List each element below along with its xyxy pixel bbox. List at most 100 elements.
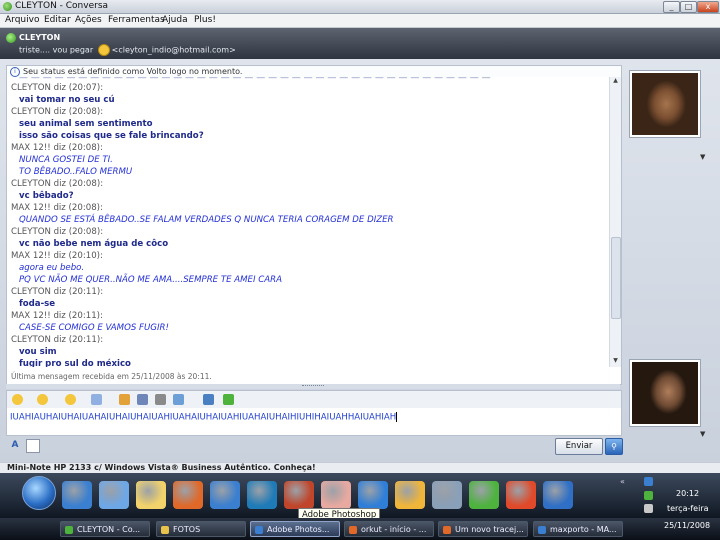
contact-header: CLEYTON triste.... vou pegar <cleyton_in… xyxy=(0,28,720,59)
divider-grip[interactable] xyxy=(302,385,324,388)
message-input-text: IUAHIAUHAIUHAIUAHAIUHAIUHAIUAHIUAHAIUHAI… xyxy=(10,412,397,423)
close-button[interactable]: x xyxy=(697,1,719,13)
font-icon[interactable] xyxy=(203,394,214,405)
window-title: CLEYTON - Conversa xyxy=(15,1,109,11)
message-header: MAX 12!! diz (20:10): xyxy=(11,251,103,261)
pane-divider[interactable] xyxy=(6,384,620,389)
msn-icon[interactable] xyxy=(469,481,499,509)
message-text: agora eu bebo. xyxy=(19,263,85,273)
message-text: fugir pro sul do méxico xyxy=(19,359,131,367)
wink-icon[interactable] xyxy=(37,394,48,405)
message-text: seu animal sem sentimento xyxy=(19,119,153,129)
clock-day: terça-feira xyxy=(667,504,709,513)
message-text: vc bêbado? xyxy=(19,191,74,201)
scroll-up-arrow-icon[interactable]: ▲ xyxy=(610,77,621,87)
message-header: CLEYTON diz (20:11): xyxy=(11,287,104,297)
message-header: MAX 12!! diz (20:08): xyxy=(11,203,103,213)
message-text: vou sim xyxy=(19,347,57,357)
message-header: CLEYTON diz (20:08): xyxy=(11,179,104,189)
chevron-down-icon[interactable]: ▼ xyxy=(700,153,705,161)
sad-smiley-icon xyxy=(97,44,110,56)
tray-network-icon[interactable] xyxy=(644,477,653,486)
input-mode-tools: A xyxy=(6,437,620,455)
menu-ajuda[interactable]: Ajuda xyxy=(162,15,188,25)
menu-ferramentas[interactable]: Ferramentas xyxy=(108,15,165,25)
voice-clip-icon[interactable] xyxy=(91,394,102,405)
app-icon[interactable] xyxy=(543,481,573,509)
chat-history: — — — — — — — — — — — — — — — — — — — — … xyxy=(7,77,609,367)
contact-email: <cleyton_indio@hotmail.com> xyxy=(111,45,236,55)
hand-icon[interactable] xyxy=(321,481,351,509)
message-text: foda-se xyxy=(19,299,56,309)
taskbar-button[interactable]: Um novo tracej... xyxy=(438,521,528,537)
send-button[interactable]: Enviar xyxy=(555,438,603,455)
online-status-icon xyxy=(6,33,16,43)
background-icon[interactable] xyxy=(173,394,184,405)
message-text: vc não bebe nem água de côco xyxy=(19,239,169,249)
menu-arquivo[interactable]: Arquivo xyxy=(5,15,39,25)
taskbar-button[interactable]: orkut - início - ... xyxy=(344,521,434,537)
scroll-down-arrow-icon[interactable]: ▼ xyxy=(610,357,621,367)
message-text: TO BÊBADO..FALO MERMU xyxy=(19,167,133,177)
message-header: CLEYTON diz (20:07): xyxy=(11,83,104,93)
message-header: MAX 12!! diz (20:08): xyxy=(11,143,103,153)
office-icon[interactable] xyxy=(506,481,536,509)
contact-avatar[interactable] xyxy=(629,70,701,138)
message-header: CLEYTON diz (20:11): xyxy=(11,335,104,345)
scroll-thumb[interactable] xyxy=(611,237,621,319)
minimize-button[interactable]: _ xyxy=(663,1,680,13)
tray-msn-icon[interactable] xyxy=(644,491,653,500)
messenger-icon xyxy=(3,2,12,11)
menu-acoes[interactable]: Ações xyxy=(75,15,102,25)
contact-name: CLEYTON xyxy=(19,33,61,42)
title-bar: CLEYTON - Conversa _ □ x xyxy=(0,0,720,14)
message-text: QUANDO SE ESTÁ BÊBADO..SE FALAM VERDADES… xyxy=(19,215,394,225)
film-icon[interactable] xyxy=(155,394,166,405)
format-toolbar xyxy=(6,390,622,410)
chat-history-panel[interactable]: — — — — — — — — — — — — — — — — — — — — … xyxy=(6,77,622,385)
chevron-down-icon[interactable]: ▼ xyxy=(700,430,705,438)
font-style-icon[interactable]: A xyxy=(9,439,21,451)
taskbar-button[interactable]: Adobe Photos... xyxy=(250,521,340,537)
maximize-button[interactable]: □ xyxy=(680,1,697,13)
nudge-icon[interactable] xyxy=(65,394,76,405)
firefox-icon[interactable] xyxy=(173,481,203,509)
message-header: MAX 12!! diz (20:11): xyxy=(11,311,103,321)
message-text: CASE-SE COMIGO E VAMOS FUGIR! xyxy=(19,323,169,333)
feather-icon[interactable] xyxy=(247,481,277,509)
user-avatar[interactable] xyxy=(629,359,701,427)
media-player-icon[interactable] xyxy=(358,481,388,509)
message-text: vai tomar no seu cú xyxy=(19,95,115,105)
photoshop-icon[interactable] xyxy=(284,481,314,509)
message-input[interactable]: IUAHIAUHAIUHAIUAHAIUHAIUHAIUAHIUAHAIUHAI… xyxy=(6,408,622,436)
message-text: NUNCA GOSTEI DE TI. xyxy=(19,155,113,165)
message-text: PQ VC NÃO ME QUER..NÃO ME AMA....SEMPRE … xyxy=(19,275,282,285)
taskbar-button[interactable]: FOTOS xyxy=(156,521,246,537)
image-icon[interactable] xyxy=(137,394,148,405)
info-icon: i xyxy=(10,66,20,77)
last-message-info: Última mensagem recebida em 25/11/2008 à… xyxy=(11,372,212,381)
start-button[interactable] xyxy=(22,476,56,510)
search-icon[interactable] xyxy=(136,481,166,509)
ie-icon[interactable] xyxy=(210,481,240,509)
gift-icon[interactable] xyxy=(119,394,130,405)
tray-expand-icon[interactable]: « xyxy=(620,477,625,486)
clock-time[interactable]: 20:12 xyxy=(676,489,699,498)
menu-bar: Arquivo Editar Ações Ferramentas Ajuda P… xyxy=(0,14,720,28)
chat-scrollbar[interactable]: ▲ ▼ xyxy=(609,77,621,367)
message-header: CLEYTON diz (20:08): xyxy=(11,107,104,117)
menu-plus[interactable]: Plus! xyxy=(194,15,216,25)
emoticon-icon[interactable] xyxy=(12,394,23,405)
contact-personal-message: triste.... vou pegar <cleyton_indio@hotm… xyxy=(19,44,236,56)
ie-icon[interactable] xyxy=(62,481,92,509)
more-icon[interactable] xyxy=(223,394,234,405)
taskbar-button[interactable]: maxporto - MA... xyxy=(533,521,623,537)
camera-icon[interactable] xyxy=(432,481,462,509)
network-icon[interactable] xyxy=(99,481,129,509)
search-icon[interactable]: ⚲ xyxy=(605,438,623,455)
taskbar-button[interactable]: CLEYTON - Co... xyxy=(60,521,150,537)
handwriting-icon[interactable] xyxy=(26,439,40,453)
tray-volume-icon[interactable] xyxy=(644,504,653,513)
winamp-icon[interactable] xyxy=(395,481,425,509)
menu-editar[interactable]: Editar xyxy=(44,15,71,25)
